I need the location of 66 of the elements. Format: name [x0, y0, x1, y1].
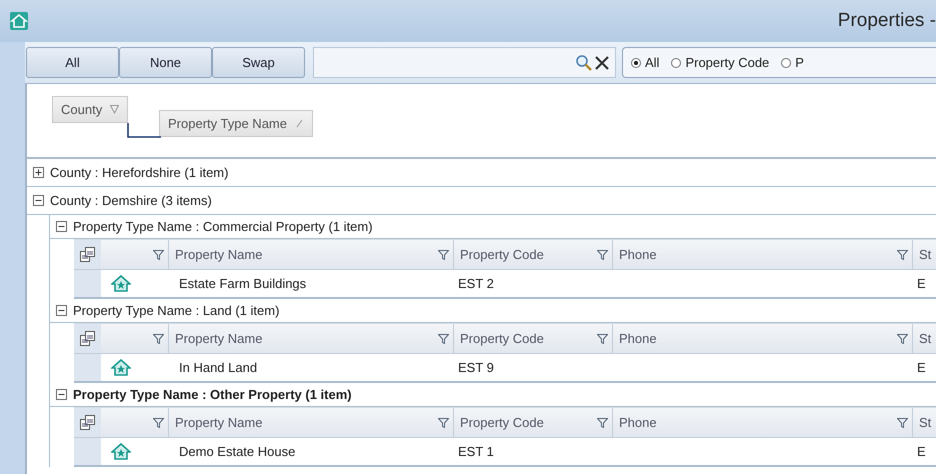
table-cell: In Hand Land — [179, 360, 258, 375]
column-header[interactable]: Property Name — [175, 415, 438, 430]
column-header[interactable]: Phone — [619, 331, 897, 346]
close-icon[interactable] — [595, 56, 609, 70]
search-field[interactable] — [313, 47, 616, 78]
filter-icon[interactable] — [153, 418, 164, 428]
table-cell: EST 2 — [458, 276, 494, 291]
column-header[interactable]: St — [919, 247, 936, 262]
column-header[interactable]: Property Code — [460, 415, 597, 430]
filter-icon[interactable] — [897, 418, 908, 428]
filter-icon[interactable] — [153, 250, 164, 260]
column-header[interactable]: St — [919, 415, 936, 430]
group-row-label: Property Type Name : Other Property (1 item) — [73, 387, 352, 402]
column-chooser-icon[interactable] — [80, 247, 95, 262]
filter-icon[interactable] — [597, 250, 608, 260]
collapse-icon[interactable] — [56, 389, 67, 400]
filter-icon[interactable] — [438, 334, 449, 344]
house-icon — [111, 443, 131, 460]
group-row-label: Property Type Name : Land (1 item) — [73, 303, 280, 318]
collapse-icon[interactable] — [56, 221, 67, 232]
column-header[interactable]: Property Code — [460, 331, 597, 346]
radio-option[interactable]: All — [631, 55, 660, 70]
filter-icon[interactable] — [438, 418, 449, 428]
column-header[interactable]: Phone — [619, 247, 897, 262]
collapse-icon[interactable] — [56, 305, 67, 316]
table-cell: Demo Estate House — [179, 444, 296, 459]
table-cell: Estate Farm Buildings — [179, 276, 306, 291]
connector-line — [127, 123, 161, 138]
group-row-label: County : Demshire (3 items) — [50, 193, 212, 208]
table-cell: EST 9 — [458, 360, 494, 375]
radio-option[interactable]: Property Code — [671, 55, 770, 70]
radio-icon[interactable] — [631, 58, 641, 68]
filter-icon[interactable] — [597, 334, 608, 344]
table-cell: EST 1 — [458, 444, 494, 459]
table-cell: E — [917, 444, 926, 459]
column-header[interactable]: Property Name — [175, 247, 438, 262]
toolbar-button[interactable]: All — [26, 47, 119, 78]
toolbar-button[interactable]: None — [119, 47, 212, 78]
radio-option[interactable]: P — [781, 55, 804, 70]
column-header[interactable]: St — [919, 331, 936, 346]
group-chip[interactable]: Property Type Name — [159, 110, 313, 137]
filter-icon[interactable] — [438, 250, 449, 260]
radio-icon[interactable] — [671, 58, 682, 68]
table-cell: E — [917, 360, 926, 375]
search-icon[interactable] — [575, 54, 593, 72]
group-row-label: Property Type Name : Commercial Property (1 item) — [73, 219, 373, 234]
column-chooser-icon[interactable] — [80, 331, 95, 346]
house-icon — [111, 359, 131, 376]
table-cell: E — [917, 276, 926, 291]
group-row-label: County : Herefordshire (1 item) — [50, 165, 228, 180]
collapse-icon[interactable] — [33, 195, 44, 206]
filter-icon[interactable] — [153, 334, 164, 344]
filter-icon[interactable] — [897, 250, 908, 260]
column-chooser-icon[interactable] — [80, 415, 95, 430]
radio-icon[interactable] — [781, 58, 792, 68]
filter-icon[interactable] — [897, 334, 908, 344]
column-header[interactable]: Property Code — [460, 247, 597, 262]
window-title: Properties - — [838, 10, 936, 32]
house-icon — [10, 12, 28, 30]
column-header[interactable]: Property Name — [175, 331, 438, 346]
filter-icon[interactable] — [597, 418, 608, 428]
toolbar-button[interactable]: Swap — [212, 47, 305, 78]
column-header[interactable]: Phone — [619, 415, 897, 430]
expand-icon[interactable] — [33, 167, 44, 178]
group-chip[interactable]: County — [52, 96, 128, 123]
house-icon — [111, 275, 131, 292]
